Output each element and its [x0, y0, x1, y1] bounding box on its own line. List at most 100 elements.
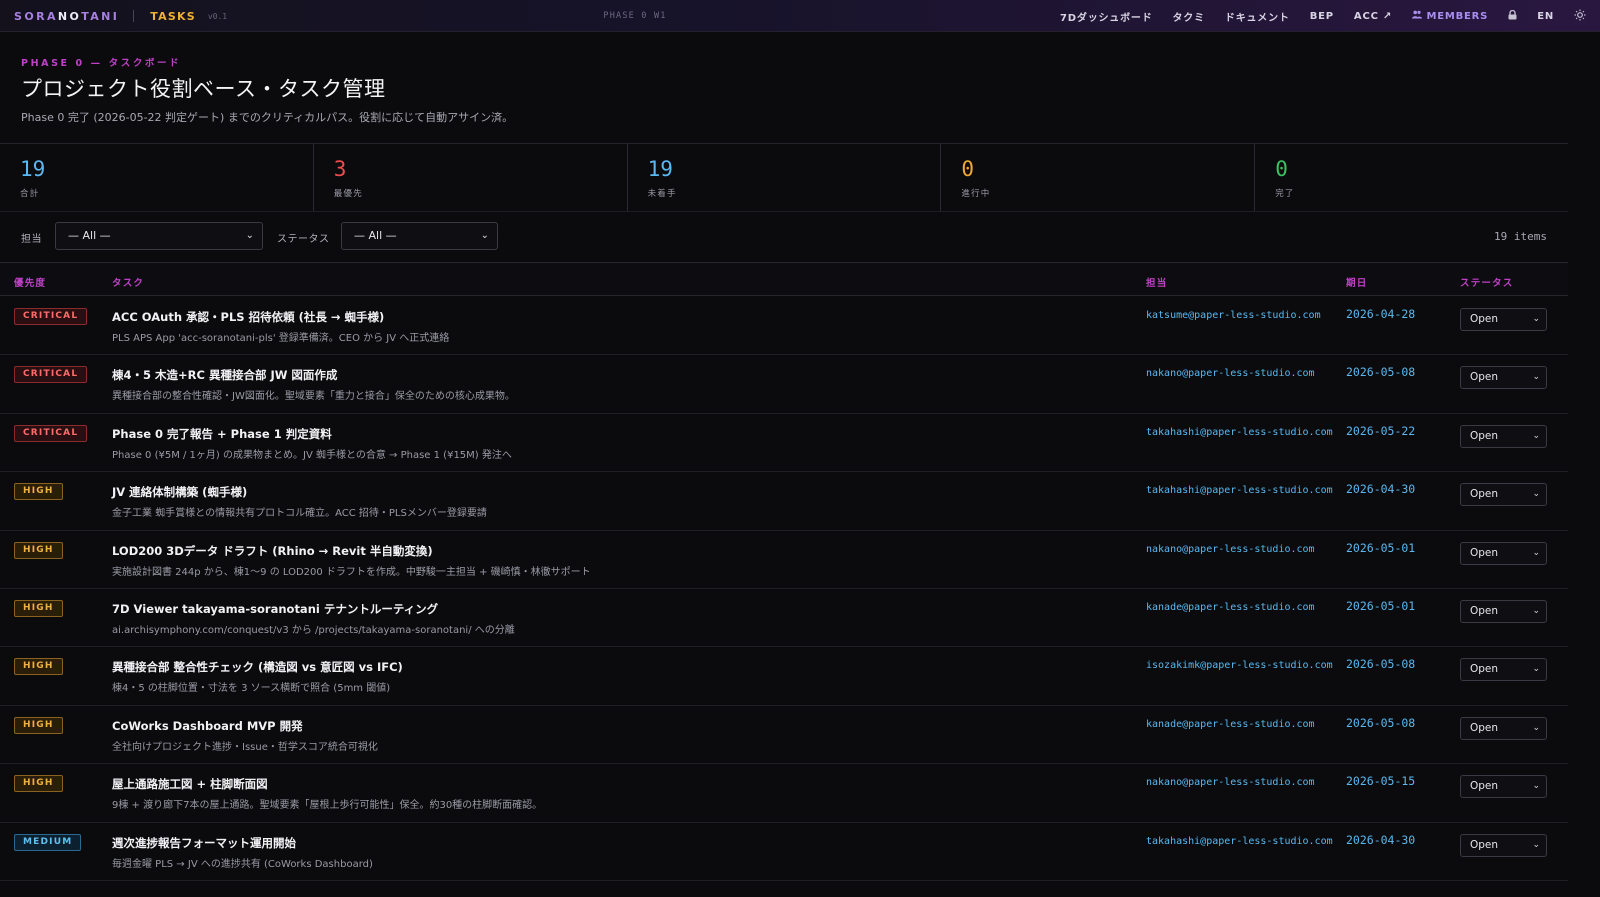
task-title[interactable]: 異種接合部 整合性チェック (構造図 vs 意匠図 vs IFC)	[112, 659, 403, 675]
due-date: 2026-05-01	[1346, 598, 1416, 613]
assignee-email: katsume@paper-less-studio.com	[1146, 310, 1321, 321]
table-row[interactable]: CRITICAL 棟4・5 木造+RC 異種接合部 JW 図面作成 異種接合部の…	[0, 355, 1568, 414]
chevron-down-icon: ⌄	[1532, 605, 1540, 616]
chevron-down-icon: ⌄	[1532, 664, 1540, 675]
chevron-down-icon: ⌄	[1532, 781, 1540, 792]
task-description: 異種接合部の整合性確認・JW図面化。聖域要素「重力と接合」保全のための核心成果物…	[112, 391, 515, 403]
nav-documents[interactable]: ドキュメント	[1225, 9, 1290, 24]
chevron-down-icon: ⌄	[1532, 489, 1540, 500]
due-date: 2026-04-30	[1346, 482, 1416, 497]
table-row[interactable]: CRITICAL Phase 0 完了報告 + Phase 1 判定資料 Pha…	[0, 414, 1568, 473]
task-description: 金子工業 蜘手賞様との情報共有プロトコル確立。ACC 招待・PLSメンバー登録要…	[112, 508, 487, 520]
nav-takumi[interactable]: タクミ	[1173, 9, 1205, 24]
status-select[interactable]: Open ⌄	[1460, 833, 1547, 857]
chevron-down-icon: ⌄	[1532, 722, 1540, 733]
assignee-email: nakano@paper-less-studio.com	[1146, 368, 1315, 380]
assignee-email: nakano@paper-less-studio.com	[1146, 543, 1315, 555]
table-row[interactable]: HIGH JV 連絡体制構築 (蜘手様) 金子工業 蜘手賞様との情報共有プロトコ…	[0, 472, 1568, 531]
due-date: 2026-05-01	[1346, 540, 1416, 555]
status-select[interactable]: Open ⌄	[1460, 541, 1547, 565]
column-header-assignee[interactable]: 担当	[1146, 275, 1167, 289]
nav-acc-external[interactable]: ACC ↗	[1354, 11, 1392, 22]
stat-label: 未着手	[647, 189, 677, 199]
task-title[interactable]: CoWorks Dashboard MVP 開発	[112, 718, 303, 734]
sun-icon[interactable]	[1574, 9, 1586, 24]
nav-bep[interactable]: BEP	[1310, 11, 1334, 22]
due-date: 2026-05-22	[1346, 423, 1416, 438]
task-description: PLS APS App 'acc-soranotani-pls' 登録準備済。C…	[112, 333, 450, 344]
task-title[interactable]: 週次進捗報告フォーマット運用開始	[112, 835, 296, 851]
table-header: 優先度 タスク 担当 期日 ステータス	[0, 262, 1568, 296]
column-header-priority[interactable]: 優先度	[14, 275, 46, 289]
table-row[interactable]: HIGH 異種接合部 整合性チェック (構造図 vs 意匠図 vs IFC) 棟…	[0, 647, 1568, 706]
priority-badge: CRITICAL	[14, 424, 88, 442]
priority-badge: HIGH	[14, 599, 63, 617]
top-navigation-bar: SORANOTANI TASKS v0.1 PHASE 0 W1 7Dダッシュボ…	[0, 0, 1600, 32]
items-count: 19 items	[1494, 230, 1547, 243]
status-select[interactable]: Open ⌄	[1460, 366, 1547, 390]
task-description: 実施設計図書 244p から、棟1〜9 の LOD200 ドラフトを作成。中野駿…	[112, 566, 591, 578]
chevron-down-icon: ⌄	[480, 230, 489, 241]
stat-label: 合計	[20, 189, 40, 199]
column-header-task[interactable]: タスク	[112, 275, 144, 289]
main-nav: 7Dダッシュボード タクミ ドキュメント BEP ACC ↗ MEMBERS E…	[1040, 0, 1586, 32]
stat-not-started: 19 未着手	[628, 144, 942, 211]
task-title[interactable]: LOD200 3Dデータ ドラフト (Rhino → Revit 半自動変換)	[112, 543, 433, 559]
due-date: 2026-05-08	[1346, 657, 1416, 672]
table-row[interactable]: HIGH 屋上通路施工図 + 柱脚断面図 9棟 + 渡り廊下7本の屋上通路。聖域…	[0, 764, 1568, 823]
assignee-email: kanade@paper-less-studio.com	[1146, 718, 1315, 730]
assignee-email: isozakimk@paper-less-studio.com	[1146, 660, 1333, 672]
due-date: 2026-05-08	[1346, 365, 1416, 380]
task-title[interactable]: 屋上通路施工図 + 柱脚断面図	[112, 776, 268, 792]
task-table-body: CRITICAL ACC OAuth 承認・PLS 招待依頼 (社長 → 蜘手様…	[0, 297, 1568, 881]
stat-label: 進行中	[961, 189, 991, 199]
priority-badge: CRITICAL	[14, 366, 88, 384]
status-filter-label: ステータス	[277, 234, 330, 245]
status-select[interactable]: Open ⌄	[1460, 308, 1547, 331]
phase-indicator: PHASE 0 W1	[603, 11, 667, 21]
table-row[interactable]: HIGH LOD200 3Dデータ ドラフト (Rhino → Revit 半自…	[0, 531, 1568, 589]
task-title[interactable]: 棟4・5 木造+RC 異種接合部 JW 図面作成	[112, 367, 337, 383]
status-select[interactable]: Open ⌄	[1460, 775, 1547, 799]
status-select[interactable]: Open ⌄	[1460, 716, 1547, 740]
nav-members[interactable]: MEMBERS	[1412, 10, 1488, 22]
column-header-status[interactable]: ステータス	[1460, 275, 1514, 289]
status-select[interactable]: Open ⌄	[1460, 424, 1547, 448]
task-title[interactable]: Phase 0 完了報告 + Phase 1 判定資料	[112, 426, 332, 442]
language-toggle[interactable]: EN	[1537, 11, 1554, 22]
stat-value: 19	[20, 157, 46, 181]
column-header-due[interactable]: 期日	[1346, 275, 1367, 289]
status-select[interactable]: Open ⌄	[1460, 658, 1547, 682]
task-title[interactable]: JV 連絡体制構築 (蜘手様)	[112, 484, 247, 500]
chevron-down-icon: ⌄	[1532, 372, 1540, 383]
due-date: 2026-04-30	[1346, 832, 1416, 847]
assignee-filter-select[interactable]: — All — ⌄	[55, 222, 263, 250]
nav-7d-dashboard[interactable]: 7Dダッシュボード	[1060, 9, 1152, 24]
stats-bar: 19 合計 3 最優先 19 未着手 0 進行中 0 完了	[0, 143, 1568, 212]
brand-logo[interactable]: SORANOTANI	[14, 10, 119, 23]
brand[interactable]: SORANOTANI TASKS v0.1	[14, 0, 227, 32]
priority-badge: CRITICAL	[14, 308, 88, 325]
chevron-down-icon: ⌄	[245, 230, 254, 241]
lock-icon[interactable]	[1508, 9, 1517, 23]
table-row[interactable]: HIGH CoWorks Dashboard MVP 開発 全社向けプロジェクト…	[0, 706, 1568, 765]
table-row[interactable]: CRITICAL ACC OAuth 承認・PLS 招待依頼 (社長 → 蜘手様…	[0, 297, 1568, 356]
due-date: 2026-04-28	[1346, 307, 1416, 321]
priority-badge: HIGH	[14, 658, 63, 676]
task-description: 9棟 + 渡り廊下7本の屋上通路。聖域要素「屋根上歩行可能性」保全。約30種の柱…	[112, 800, 543, 812]
task-title[interactable]: 7D Viewer takayama-soranotani テナントルーティング	[112, 601, 438, 617]
task-description: 毎週金曜 PLS → JV への進捗共有 (CoWorks Dashboard)	[112, 858, 373, 870]
stat-value: 0	[1275, 157, 1288, 181]
assignee-email: takahashi@paper-less-studio.com	[1146, 485, 1333, 497]
table-row[interactable]: HIGH 7D Viewer takayama-soranotani テナントル…	[0, 589, 1568, 648]
stat-value: 0	[961, 157, 975, 181]
assignee-filter-label: 担当	[21, 234, 42, 245]
status-select[interactable]: Open ⌄	[1460, 599, 1547, 623]
task-title[interactable]: ACC OAuth 承認・PLS 招待依頼 (社長 → 蜘手様)	[112, 309, 384, 325]
app-name: TASKS	[150, 9, 196, 23]
task-description: 全社向けプロジェクト進捗・Issue・哲学スコア統合可視化	[112, 741, 378, 753]
status-select[interactable]: Open ⌄	[1460, 483, 1547, 507]
status-filter-select[interactable]: — All — ⌄	[341, 222, 498, 250]
page-title: プロジェクト役割ベース・タスク管理	[21, 77, 386, 101]
table-row[interactable]: MEDIUM 週次進捗報告フォーマット運用開始 毎週金曜 PLS → JV への…	[0, 823, 1568, 881]
